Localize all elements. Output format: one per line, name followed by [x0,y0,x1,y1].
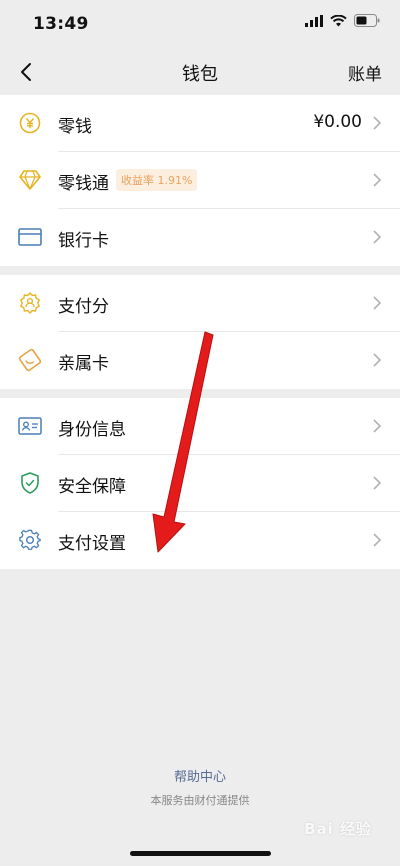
chevron-right-icon [373,476,382,490]
gear-icon [18,528,42,552]
row-label: 零钱通 [58,174,109,194]
balance-value: ¥0.00 [313,112,362,132]
service-note: 本服务由财付通提供 [150,794,250,807]
signal-icon [305,14,323,27]
status-time: 13:49 [33,14,89,34]
row-identity-info[interactable]: 身份信息 [0,398,400,455]
id-card-icon [18,414,42,438]
coin-yen-icon [18,111,42,135]
help-center-link[interactable]: 帮助中心 [0,766,400,785]
family-card-icon [18,348,42,372]
row-payment-settings[interactable]: 支付设置 [0,512,400,569]
row-bank-card[interactable]: 银行卡 [0,209,400,266]
bill-button[interactable]: 账单 [348,60,382,85]
wifi-icon [330,14,347,26]
row-family-card[interactable]: 亲属卡 [0,332,400,389]
row-label: 安全保障 [58,477,126,497]
shield-check-icon [18,471,42,495]
row-label: 身份信息 [58,420,126,440]
home-indicator [130,851,271,856]
row-label: 支付分 [58,297,109,317]
battery-icon [354,14,380,27]
payment-score-icon [18,291,42,315]
wallet-group-credit: 支付分 亲属卡 [0,275,400,389]
chevron-right-icon [373,353,382,367]
diamond-icon [18,168,42,192]
page-title: 钱包 [182,64,218,85]
yield-badge: 收益率 1.91% [116,169,198,191]
row-label: 支付设置 [58,534,126,554]
chevron-right-icon [373,419,382,433]
chevron-right-icon [373,116,382,130]
row-security[interactable]: 安全保障 [0,455,400,512]
row-label: 零钱 [58,117,92,137]
chevron-right-icon [373,173,382,187]
bank-card-icon [18,225,42,249]
watermark: Bai 经验 [304,820,372,838]
status-icons [305,14,380,27]
chevron-right-icon [373,296,382,310]
row-payment-score[interactable]: 支付分 [0,275,400,332]
chevron-right-icon [373,230,382,244]
row-label: 银行卡 [58,231,109,251]
status-bar: 13:49 [0,0,400,50]
row-lingqiantong[interactable]: 零钱通 [0,152,400,209]
row-label: 亲属卡 [58,354,109,374]
wallet-group-settings: 身份信息 安全保障 支付设置 [0,398,400,569]
chevron-right-icon [373,533,382,547]
nav-bar: 钱包 账单 [0,50,400,94]
row-change[interactable]: 零钱 ¥0.00 [0,95,400,152]
wallet-group-balance: 零钱 ¥0.00 零钱通 银行卡 [0,95,400,266]
